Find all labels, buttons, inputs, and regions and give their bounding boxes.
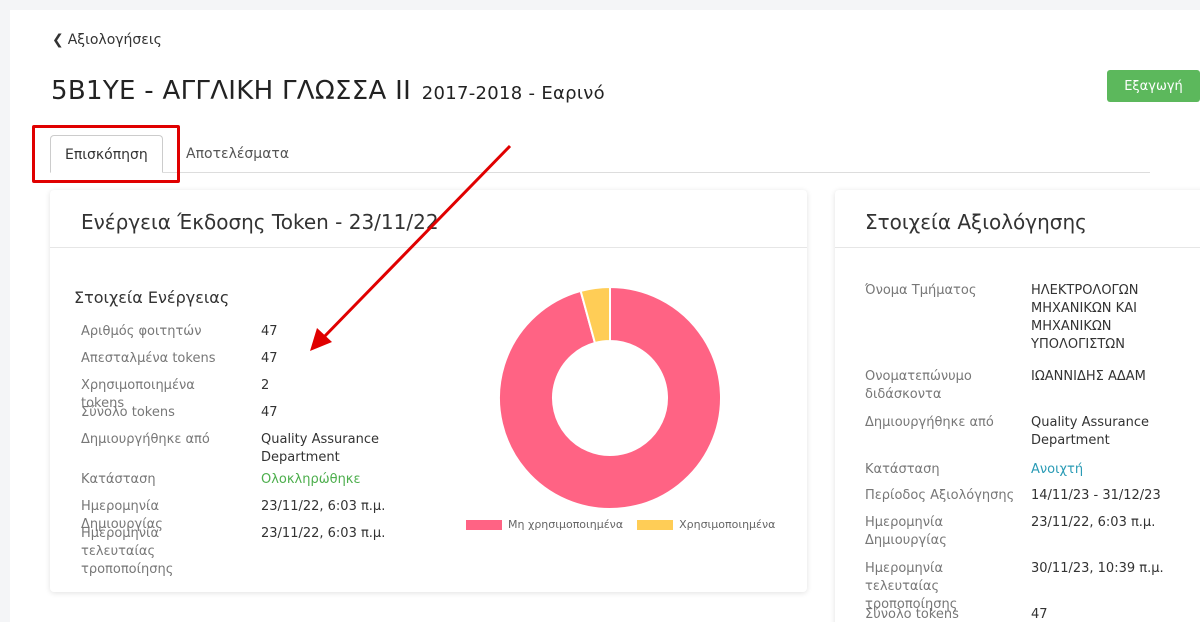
eval-row-key: Δημιουργήθηκε από [865, 415, 994, 430]
tab-overview[interactable]: Επισκόπηση [50, 135, 163, 173]
action-row-key: Αριθμός φοιτητών [81, 324, 202, 339]
action-row-key: Σύνολο tokens [81, 405, 175, 420]
legend-swatch [466, 519, 502, 530]
legend-label: Χρησιμοποιημένα [679, 518, 776, 531]
page: ❮ Αξιολογήσεις 5Β1ΥΕ - ΑΓΓΛΙΚΗ ΓΛΩΣΣΑ II… [10, 10, 1200, 622]
course-title: 5Β1ΥΕ - ΑΓΓΛΙΚΗ ΓΛΩΣΣΑ II [51, 76, 412, 106]
eval-row-key: Ημερομηνία Δημιουργίας [865, 515, 947, 548]
status-badge: Ολοκληρώθηκε [261, 472, 361, 487]
back-link-label: Αξιολογήσεις [67, 32, 162, 48]
legend-item[interactable]: Χρησιμοποιημένα [637, 518, 775, 531]
chevron-left-icon: ❮ [52, 32, 64, 48]
evaluation-card-title: Στοιχεία Αξιολόγησης [835, 190, 1200, 248]
action-row-key: Ημερομηνία τελευταίας τροποποίησης [81, 526, 174, 577]
eval-row-key: Περίοδος Αξιολόγησης [865, 488, 1015, 503]
action-details-title: Στοιχεία Ενέργειας [74, 288, 230, 307]
action-row-value: 23/11/22, 6:03 π.μ. [261, 499, 386, 514]
eval-row-value: 47 [1031, 607, 1048, 622]
eval-row-value: 14/11/23 - 31/12/23 [1031, 488, 1161, 503]
action-row-value: Quality Assurance Department [261, 432, 379, 465]
action-row-value: 2 [261, 378, 270, 393]
legend-swatch [637, 519, 674, 530]
tab-bar: Επισκόπηση Αποτελέσματα [50, 135, 1150, 173]
eval-row-key: Όνομα Τμήματος [865, 283, 977, 298]
action-row-key: Απεσταλμένα tokens [81, 351, 216, 366]
tab-results[interactable]: Αποτελέσματα [172, 135, 303, 173]
token-usage-chart [498, 285, 722, 510]
legend-label: Μη χρησιμοποιημένα [508, 518, 624, 531]
back-link[interactable]: ❮ Αξιολογήσεις [52, 32, 162, 48]
page-title: 5Β1ΥΕ - ΑΓΓΛΙΚΗ ΓΛΩΣΣΑ II 2017-2018 - Εα… [51, 76, 605, 106]
eval-row-value: 23/11/22, 6:03 π.μ. [1031, 515, 1156, 530]
action-row-key: Κατάσταση [81, 472, 156, 487]
action-row-key: Δημιουργήθηκε από [81, 432, 210, 447]
token-action-card-title: Ενέργεια Έκδοσης Token - 23/11/22 [50, 190, 807, 248]
action-row-value: 23/11/22, 6:03 π.μ. [261, 526, 386, 541]
eval-row-value: Quality Assurance Department [1031, 415, 1149, 448]
eval-row-key: Κατάσταση [865, 462, 940, 477]
legend-item[interactable]: Μη χρησιμοποιημένα [466, 518, 623, 531]
token-action-card: Ενέργεια Έκδοσης Token - 23/11/22 Στοιχε… [50, 190, 807, 592]
eval-row-value: ΙΩΑΝΝΙΔΗΣ ΑΔΑΜ [1031, 369, 1146, 384]
eval-row-value: ΗΛΕΚΤΡΟΛΟΓΩΝ ΜΗΧΑΝΙΚΩΝ ΚΑΙ ΜΗΧΑΝΙΚΩΝ ΥΠΟ… [1031, 283, 1139, 352]
chart-legend: Μη χρησιμοποιημένα Χρησιμοποιημένα [466, 518, 789, 531]
eval-row-key: Ονοματεπώνυμο διδάσκοντα [865, 369, 972, 402]
action-row-value: 47 [261, 324, 278, 339]
action-row-value: 47 [261, 405, 278, 420]
export-button[interactable]: Εξαγωγή [1107, 70, 1200, 102]
evaluation-details-card: Στοιχεία Αξιολόγησης Όνομα Τμήματος ΗΛΕΚ… [835, 190, 1200, 622]
eval-row-value: 30/11/23, 10:39 π.μ. [1031, 561, 1164, 576]
donut-chart-svg [498, 285, 722, 510]
action-row-value: 47 [261, 351, 278, 366]
status-badge: Ανοιχτή [1031, 462, 1084, 477]
eval-row-key: Σύνολο tokens [865, 607, 959, 622]
course-period: 2017-2018 - Εαρινό [421, 83, 605, 104]
